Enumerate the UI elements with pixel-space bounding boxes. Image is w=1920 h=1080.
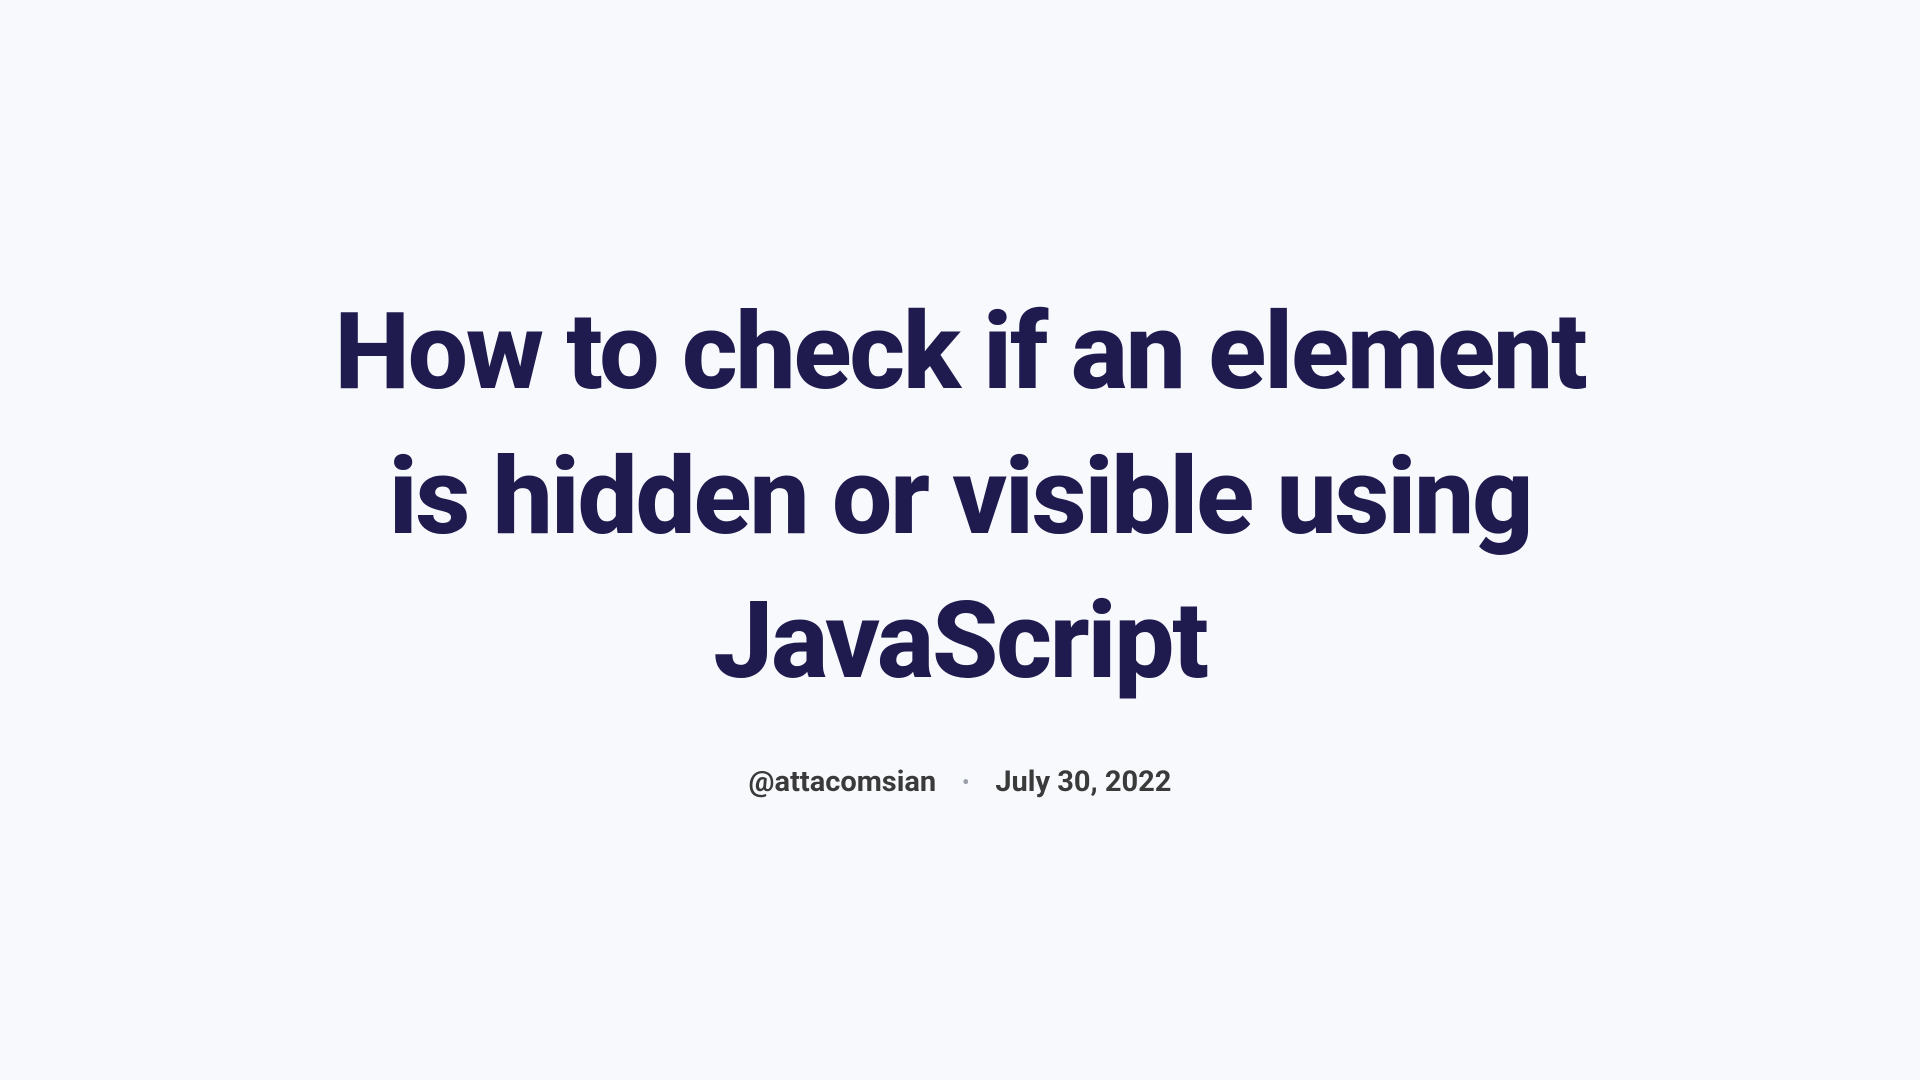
author-handle[interactable]: @attacomsian [749, 765, 937, 799]
separator-dot-icon: • [962, 770, 969, 794]
article-title: How to check if an element is hidden or … [300, 281, 1620, 714]
article-header: How to check if an element is hidden or … [260, 281, 1660, 798]
publish-date: July 30, 2022 [995, 765, 1171, 799]
article-meta: @attacomsian • July 30, 2022 [749, 765, 1172, 799]
